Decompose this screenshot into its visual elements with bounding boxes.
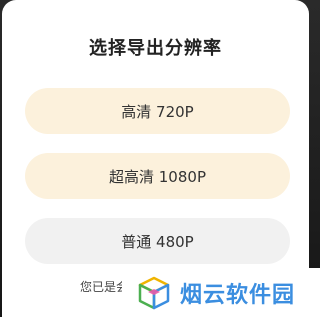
- watermark: 烟云软件园: [122, 268, 320, 317]
- membership-note: 您已是会: [80, 280, 129, 294]
- watermark-text: 烟云软件园: [180, 282, 296, 308]
- cube-logo-icon: [138, 276, 170, 309]
- option-480p-button[interactable]: 普通 480P: [25, 218, 290, 264]
- option-1080p-button[interactable]: 超高清 1080P: [25, 153, 290, 199]
- dialog-title: 选择导出分辨率: [89, 38, 222, 59]
- option-720p-label: 高清 720P: [121, 102, 194, 121]
- option-480p-label: 普通 480P: [121, 232, 194, 251]
- option-720p-button[interactable]: 高清 720P: [25, 88, 290, 134]
- option-1080p-label: 超高清 1080P: [109, 167, 206, 186]
